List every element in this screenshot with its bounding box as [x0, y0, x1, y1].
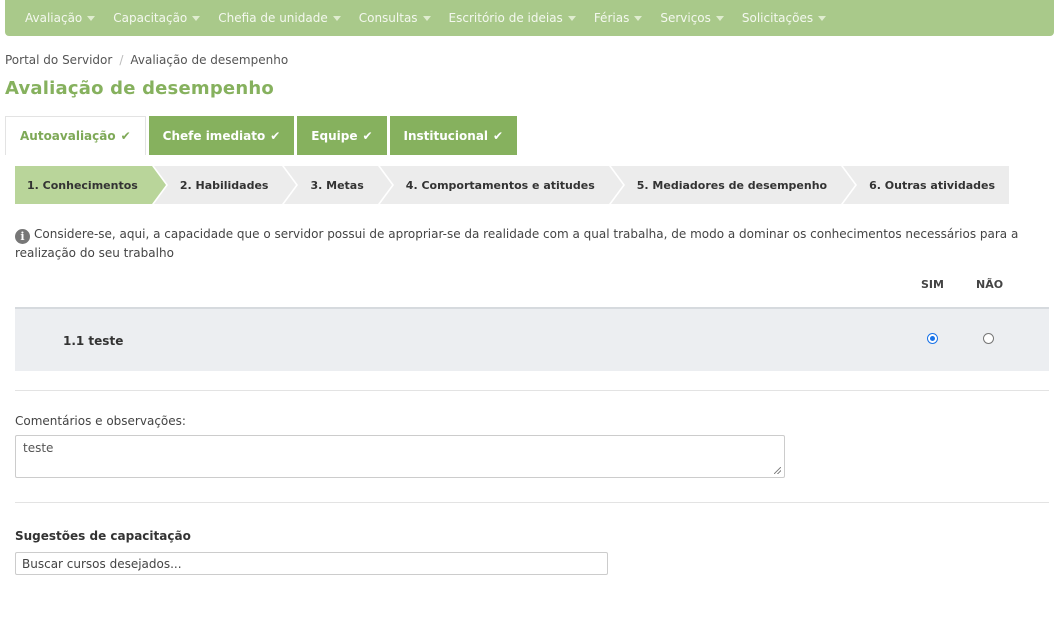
top-navigation-bar: Avaliação Capacitação Chefia de unidade …: [5, 0, 1054, 36]
step-habilidades[interactable]: 2. Habilidades: [153, 166, 299, 204]
column-header-nao: NÃO: [976, 278, 1004, 291]
caret-down-icon: [332, 15, 341, 21]
nav-item-chefia-de-unidade[interactable]: Chefia de unidade: [218, 11, 341, 25]
nav-item-solicitacoes[interactable]: Solicitações: [741, 11, 827, 25]
divider: [15, 390, 1049, 391]
nav-item-avaliacao[interactable]: Avaliação: [25, 11, 96, 25]
comments-label: Comentários e observações:: [15, 414, 186, 428]
breadcrumb-home-link[interactable]: Portal do Servidor: [5, 53, 112, 67]
question-row: 1.1 teste: [15, 307, 1049, 371]
tab-content-panel: 1. Conhecimentos 2. Habilidades 3. Metas…: [0, 155, 1059, 625]
step-conhecimentos[interactable]: 1. Conhecimentos: [15, 166, 168, 204]
divider: [15, 502, 1049, 503]
breadcrumb-separator: /: [119, 53, 124, 67]
nav-item-label: Férias: [593, 11, 630, 25]
comments-value: teste: [23, 441, 54, 455]
suggestions-label: Sugestões de capacitação: [15, 529, 191, 543]
info-icon: i: [15, 229, 30, 244]
nav-item-label: Capacitação: [113, 11, 188, 25]
info-text: Considere-se, aqui, a capacidade que o s…: [15, 227, 1019, 260]
column-header-sim: SIM: [921, 278, 944, 291]
course-search-input[interactable]: [15, 552, 608, 575]
nav-item-ferias[interactable]: Férias: [594, 11, 643, 25]
comments-textarea[interactable]: teste: [15, 435, 785, 478]
tab-label: Autoavaliação: [20, 129, 116, 143]
nav-item-label: Avaliação: [25, 11, 83, 25]
nav-item-escritorio-de-ideias[interactable]: Escritório de ideias: [449, 11, 576, 25]
tab-label: Equipe: [311, 128, 358, 143]
page-title: Avaliação de desempenho: [5, 78, 274, 99]
info-message: i Considere-se, aqui, a capacidade que o …: [15, 225, 1045, 263]
tab-label: Chefe imediato: [162, 128, 266, 143]
resize-handle-icon[interactable]: [774, 467, 781, 474]
step-mediadores-de-desempenho[interactable]: 5. Mediadores de desempenho: [610, 166, 858, 204]
caret-down-icon: [87, 15, 96, 21]
nav-item-capacitacao[interactable]: Capacitação: [113, 11, 201, 25]
breadcrumb-current: Avaliação de desempenho: [130, 53, 289, 67]
tab-chefe-imediato[interactable]: Chefe imediato ✔: [148, 116, 295, 155]
nav-item-label: Chefia de unidade: [218, 11, 328, 25]
nav-item-label: Escritório de ideias: [448, 11, 563, 25]
caret-down-icon: [192, 15, 201, 21]
caret-down-icon: [567, 15, 576, 21]
check-icon: ✔: [362, 128, 373, 143]
caret-down-icon: [818, 15, 827, 21]
caret-down-icon: [422, 15, 431, 21]
step-wizard: 1. Conhecimentos 2. Habilidades 3. Metas…: [15, 166, 1011, 204]
caret-down-icon: [715, 15, 724, 21]
nav-item-servicos[interactable]: Serviços: [660, 11, 724, 25]
radio-nao[interactable]: [983, 333, 994, 344]
evaluation-tabs: Autoavaliação ✔ Chefe imediato ✔ Equipe ✔ I…: [5, 116, 520, 155]
nav-item-consultas[interactable]: Consultas: [359, 11, 431, 25]
check-icon: ✔: [493, 128, 504, 143]
nav-item-label: Consultas: [358, 11, 418, 25]
question-label: 1.1 teste: [63, 334, 124, 348]
breadcrumb: Portal do Servidor / Avaliação de desempen…: [5, 53, 288, 67]
nav-item-label: Serviços: [660, 11, 711, 25]
nav-item-label: Solicitações: [741, 11, 814, 25]
tab-autoavaliacao[interactable]: Autoavaliação ✔: [5, 116, 146, 155]
tab-institucional[interactable]: Institucional ✔: [389, 116, 518, 155]
tab-equipe[interactable]: Equipe ✔: [297, 116, 387, 155]
radio-sim[interactable]: [927, 333, 938, 344]
step-comportamentos-e-atitudes[interactable]: 4. Comportamentos e atitudes: [379, 166, 625, 204]
tab-label: Institucional: [403, 128, 489, 143]
check-icon: ✔: [270, 128, 281, 143]
step-outras-atividades[interactable]: 6. Outras atividades: [843, 166, 1010, 204]
caret-down-icon: [634, 15, 643, 21]
check-icon: ✔: [120, 129, 131, 143]
